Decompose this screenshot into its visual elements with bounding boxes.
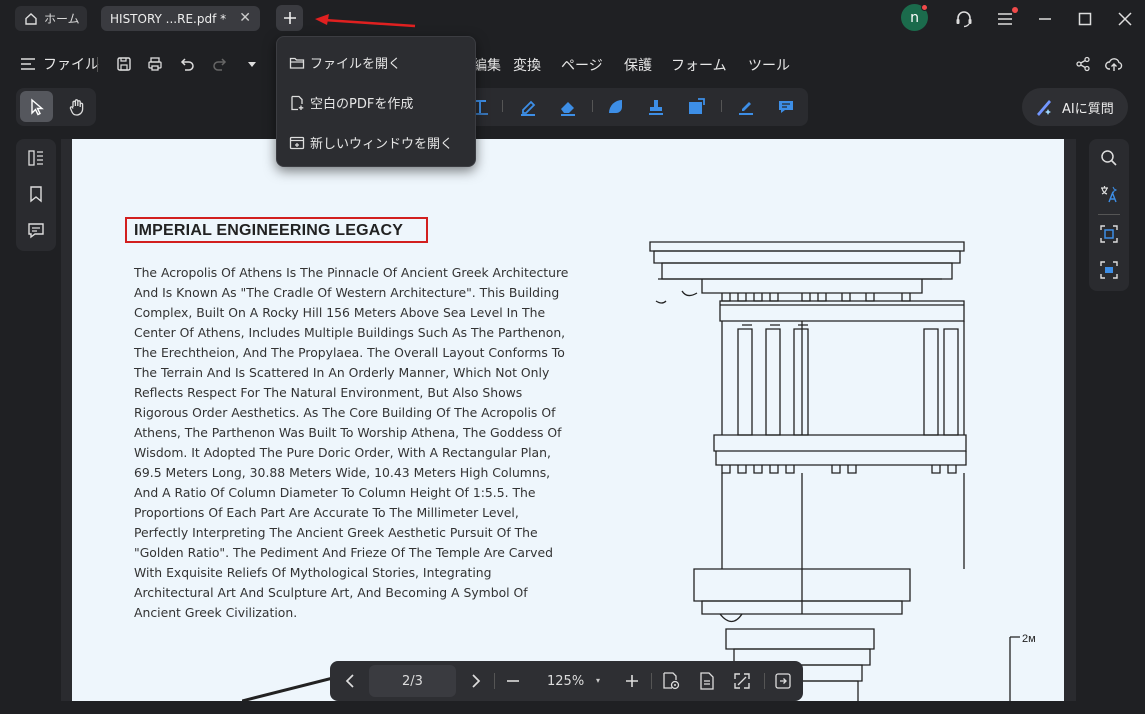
tool-separator [592, 100, 593, 112]
page-indicator: 2/3 [402, 673, 423, 689]
plus-icon [283, 12, 296, 24]
save-icon[interactable] [115, 55, 133, 73]
dropdown-new-window[interactable]: 新しいウィンドウを開く [289, 133, 453, 152]
minimize-icon[interactable] [1034, 8, 1056, 30]
notification-dot [921, 4, 928, 11]
menu-item-edit[interactable]: 編集 [473, 55, 501, 75]
exit-view-icon[interactable] [773, 671, 793, 691]
avatar-letter: n [910, 9, 919, 26]
document-body-text: The Acropolis Of Athens Is The Pinnacle … [134, 265, 569, 620]
cursor-icon [30, 97, 44, 115]
cloud-upload-icon[interactable] [1105, 55, 1123, 73]
close-tab-icon[interactable]: ✕ [239, 10, 251, 26]
menu-divider [97, 57, 98, 72]
nav-separator [651, 673, 652, 689]
zoom-in-icon[interactable] [622, 671, 642, 691]
redo-icon[interactable] [211, 55, 229, 73]
shape-tool-icon[interactable] [606, 97, 626, 117]
translate-icon[interactable] [1098, 183, 1120, 205]
undo-icon[interactable] [178, 55, 196, 73]
document-heading: IMPERIAL ENGINEERING LEGACY [134, 222, 404, 239]
ai-ask-label: AIに質問 [1062, 101, 1114, 117]
nav-separator [764, 673, 765, 689]
title-bar: ホーム HISTORY ...RE.pdf * ✕ n [0, 0, 1145, 38]
tab-document[interactable]: HISTORY ...RE.pdf * ✕ [101, 6, 260, 31]
hand-tool-button[interactable] [60, 91, 93, 122]
nav-separator [494, 673, 495, 689]
file-menu-label: ファイル [43, 57, 99, 73]
menu-item-tools[interactable]: ツール [748, 55, 790, 75]
annotation-arrow [315, 14, 416, 28]
scan-text-icon[interactable] [1098, 223, 1120, 245]
dropdown-open-file-label: ファイルを開く [310, 57, 402, 72]
menu-item-form[interactable]: フォーム [671, 55, 727, 75]
right-sidebar-divider [1098, 214, 1120, 215]
signature-tool-icon[interactable] [736, 97, 756, 117]
tab-home-label: ホーム [44, 12, 80, 26]
zoom-dropdown-icon[interactable]: ▾ [596, 676, 600, 685]
image-tool-icon[interactable] [686, 97, 706, 117]
fullscreen-icon[interactable] [732, 671, 752, 691]
tab-document-label: HISTORY ...RE.pdf * [110, 11, 227, 26]
close-window-icon[interactable] [1114, 8, 1136, 30]
ocr-icon[interactable] [1098, 259, 1120, 281]
ai-sparkle-icon [1037, 100, 1051, 116]
drawing-scale-label: 2м [1022, 633, 1036, 645]
menu-lines-icon [21, 58, 35, 70]
select-tool-button[interactable] [20, 91, 53, 122]
zoom-out-icon[interactable] [503, 671, 523, 691]
new-window-icon [289, 136, 305, 149]
page-number-input[interactable]: 2/3 [369, 665, 456, 697]
pdf-page[interactable]: IMPERIAL ENGINEERING LEGACY The Acropoli… [72, 139, 1064, 701]
menu-notification-dot [1012, 7, 1018, 13]
menu-item-protect[interactable]: 保護 [624, 55, 652, 75]
print-icon[interactable] [146, 55, 164, 73]
tab-home[interactable]: ホーム [15, 6, 87, 31]
comments-icon[interactable] [25, 219, 47, 241]
zoom-level[interactable]: 125% [547, 674, 584, 689]
next-page-icon[interactable] [466, 671, 486, 691]
hand-icon [69, 98, 83, 116]
menu-item-convert[interactable]: 変換 [513, 55, 541, 75]
quick-access-dropdown-icon[interactable] [243, 55, 261, 73]
page-view-icon[interactable] [661, 671, 681, 691]
fit-page-icon[interactable] [697, 671, 717, 691]
menu-item-page[interactable]: ページ [561, 55, 603, 75]
file-menu[interactable]: ファイル [20, 54, 99, 74]
ai-ask-button[interactable]: AIに質問 [1022, 88, 1128, 126]
eraser-tool-icon[interactable] [558, 97, 578, 117]
hamburger-menu-icon[interactable] [994, 7, 1018, 30]
home-icon [25, 12, 37, 25]
thumbnails-icon[interactable] [25, 147, 47, 169]
avatar[interactable]: n [901, 4, 928, 31]
maximize-icon[interactable] [1074, 8, 1096, 30]
tool-separator [721, 100, 722, 112]
dropdown-new-window-label: 新しいウィンドウを開く [310, 137, 454, 152]
search-icon[interactable] [1098, 147, 1120, 169]
new-tab-dropdown: ファイルを開く 空白のPDFを作成 新しいウィンドウを開く [276, 36, 476, 167]
share-icon[interactable] [1074, 55, 1092, 73]
column-drawing: 2м [649, 241, 1036, 701]
bookmark-icon[interactable] [25, 183, 47, 205]
new-document-icon [291, 95, 304, 110]
new-tab-button[interactable] [276, 5, 303, 31]
dropdown-create-blank-pdf-label: 空白のPDFを作成 [310, 97, 414, 112]
stamp-tool-icon[interactable] [646, 97, 666, 117]
headset-icon[interactable] [953, 8, 975, 30]
tool-separator [502, 100, 503, 112]
dropdown-create-blank-pdf[interactable]: 空白のPDFを作成 [289, 93, 413, 112]
comment-tool-icon[interactable] [776, 97, 796, 117]
pen-tool-icon[interactable] [518, 97, 538, 117]
previous-page-icon[interactable] [340, 671, 360, 691]
folder-icon [289, 57, 305, 69]
dropdown-open-file[interactable]: ファイルを開く [289, 53, 401, 72]
